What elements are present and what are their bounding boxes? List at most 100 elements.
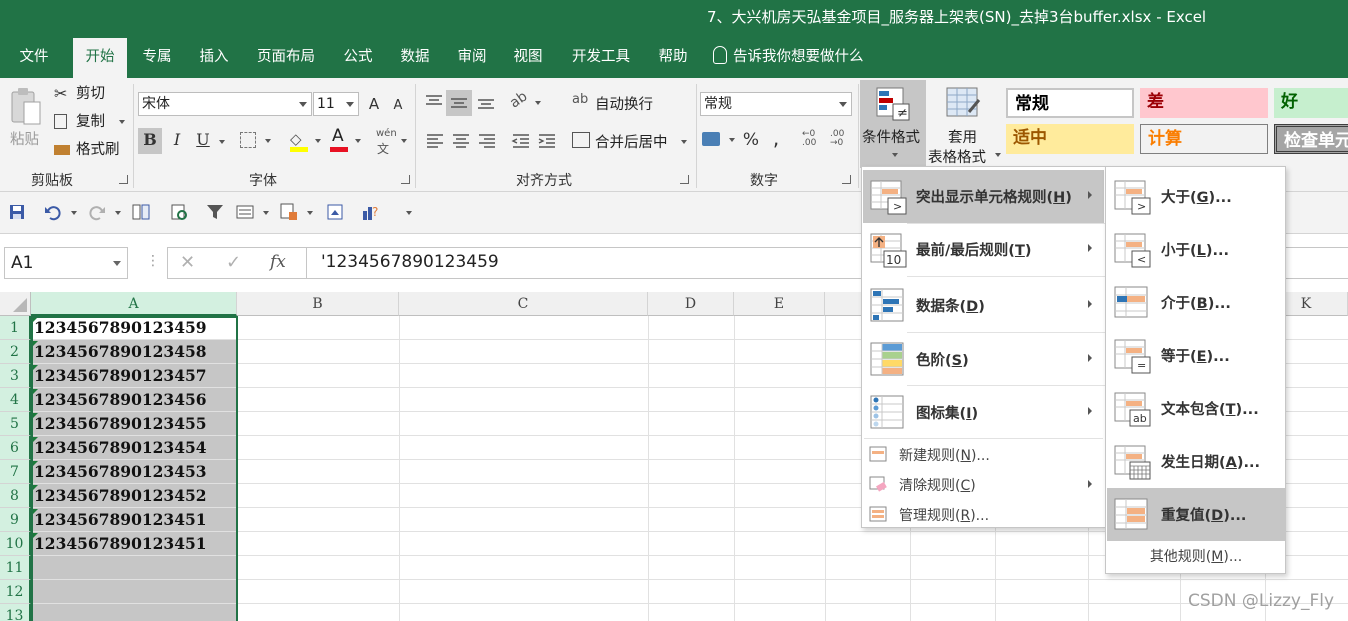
cell-a[interactable]: 1234567890123459	[31, 316, 237, 340]
row-header[interactable]: 12	[0, 580, 31, 604]
name-box[interactable]: A1	[4, 247, 128, 279]
font-name-select[interactable]: 宋体	[138, 92, 312, 116]
error-indicator-icon[interactable]	[32, 341, 38, 347]
submenu-duplicate-values[interactable]: 重复值(D)...	[1107, 488, 1285, 541]
confirm-entry-icon[interactable]: ✓	[226, 252, 241, 273]
form-icon[interactable]	[236, 203, 254, 221]
tab-insert[interactable]: 插入	[192, 38, 236, 78]
cell-a[interactable]: 1234567890123458	[31, 340, 237, 364]
tab-view[interactable]: 视图	[506, 38, 550, 78]
cell-style-good[interactable]: 好	[1274, 88, 1348, 118]
shrink-font-button[interactable]: A	[388, 94, 408, 118]
submenu-between[interactable]: 介于(B)...	[1107, 276, 1285, 329]
borders-button[interactable]	[240, 132, 274, 152]
cell-a[interactable]: 1234567890123457	[31, 364, 237, 388]
cell-a[interactable]: 1234567890123456	[31, 388, 237, 412]
menu-manage-rules[interactable]: 管理规则(R)...	[863, 499, 1104, 529]
menu-data-bars[interactable]: 数据条(D)	[863, 279, 1104, 332]
font-launcher-icon[interactable]	[401, 175, 410, 184]
row-header[interactable]: 9	[0, 508, 31, 532]
percent-button[interactable]: %	[740, 128, 762, 152]
tab-formulas[interactable]: 公式	[337, 38, 379, 78]
tab-home[interactable]: 开始	[73, 38, 127, 78]
error-indicator-icon[interactable]	[32, 533, 38, 539]
column-header-c[interactable]: C	[399, 292, 648, 316]
cell-style-bad[interactable]: 差	[1140, 88, 1268, 118]
wrap-text-button[interactable]: ab 自动换行	[572, 90, 668, 116]
clipboard-launcher-icon[interactable]	[119, 175, 128, 184]
redo-dropdown-icon[interactable]	[115, 211, 121, 215]
cut-button[interactable]: ✂ 剪切	[54, 82, 116, 106]
cell-a[interactable]: 1234567890123451	[31, 532, 237, 556]
help-chart-icon[interactable]: ?	[362, 203, 380, 221]
align-bottom-icon[interactable]	[474, 90, 498, 114]
align-left-icon[interactable]	[424, 130, 446, 152]
error-indicator-icon[interactable]	[32, 317, 38, 323]
cell-a[interactable]: 1234567890123455	[31, 412, 237, 436]
row-header[interactable]: 2	[0, 340, 31, 364]
form-dropdown-icon[interactable]	[263, 211, 269, 215]
comma-button[interactable]: ,	[768, 126, 784, 150]
cell-a[interactable]	[31, 580, 237, 604]
tab-exclusive[interactable]: 专属	[136, 38, 178, 78]
cell-a[interactable]	[31, 604, 237, 621]
customize-qat-icon[interactable]	[406, 211, 412, 215]
redo-icon[interactable]	[88, 203, 106, 221]
row-header[interactable]: 6	[0, 436, 31, 460]
row-header[interactable]: 11	[0, 556, 31, 580]
tab-data[interactable]: 数据	[393, 38, 437, 78]
submenu-less-than[interactable]: < 小于(L)...	[1107, 223, 1285, 276]
tell-me-search[interactable]: 告诉我你想要做什么	[713, 38, 864, 78]
cell-a[interactable]: 1234567890123452	[31, 484, 237, 508]
italic-button[interactable]: I	[166, 128, 188, 152]
bold-button[interactable]: B	[138, 128, 162, 154]
cell-style-calculation[interactable]: 计算	[1140, 124, 1268, 154]
table-split-icon[interactable]	[132, 203, 150, 221]
subtotal-dropdown-icon[interactable]	[307, 211, 313, 215]
cell-style-normal[interactable]: 常规	[1006, 88, 1134, 118]
tab-file[interactable]: 文件	[10, 38, 58, 78]
align-right-icon[interactable]	[476, 130, 498, 152]
align-top-icon[interactable]	[422, 90, 446, 114]
submenu-greater-than[interactable]: > 大于(G)...	[1107, 170, 1285, 223]
row-header[interactable]: 7	[0, 460, 31, 484]
screenshot-icon[interactable]	[326, 203, 344, 221]
row-header[interactable]: 4	[0, 388, 31, 412]
cell-a[interactable]: 1234567890123453	[31, 460, 237, 484]
error-indicator-icon[interactable]	[32, 365, 38, 371]
menu-new-rule[interactable]: 新建规则(N)...	[863, 439, 1104, 469]
filter-icon[interactable]	[206, 203, 224, 221]
merge-center-button[interactable]: 合并后居中	[572, 128, 690, 154]
orientation-button[interactable]: ab	[507, 88, 544, 114]
format-as-table-button[interactable]: 套用 表格格式	[926, 80, 1002, 168]
error-indicator-icon[interactable]	[32, 461, 38, 467]
conditional-formatting-button[interactable]: ≠ 条件格式	[860, 80, 926, 168]
tab-review[interactable]: 审阅	[450, 38, 494, 78]
phonetic-button[interactable]: wén 文	[374, 128, 410, 156]
tab-developer[interactable]: 开发工具	[563, 38, 639, 78]
number-launcher-icon[interactable]	[842, 175, 851, 184]
row-header[interactable]: 5	[0, 412, 31, 436]
decrease-decimal-icon[interactable]: .00 →0	[830, 130, 850, 152]
align-middle-icon[interactable]	[446, 90, 472, 116]
cancel-entry-icon[interactable]: ✕	[180, 252, 195, 273]
subtotal-icon[interactable]	[280, 203, 298, 221]
undo-dropdown-icon[interactable]	[71, 211, 77, 215]
menu-top-bottom-rules[interactable]: 10 最前/最后规则(T)	[863, 223, 1104, 276]
cell-style-neutral[interactable]: 适中	[1006, 124, 1134, 154]
error-indicator-icon[interactable]	[32, 413, 38, 419]
row-header[interactable]: 10	[0, 532, 31, 556]
copy-button[interactable]: 复制	[54, 110, 128, 136]
increase-indent-icon[interactable]	[536, 130, 558, 152]
insert-function-icon[interactable]: fx	[270, 252, 286, 272]
column-header-d[interactable]: D	[648, 292, 734, 316]
menu-icon-sets[interactable]: 图标集(I)	[863, 386, 1104, 439]
menu-highlight-cells-rules[interactable]: > 突出显示单元格规则(H)	[863, 170, 1104, 223]
menu-color-scales[interactable]: 色阶(S)	[863, 333, 1104, 386]
increase-decimal-icon[interactable]: ←0.00	[802, 130, 822, 152]
paste-button[interactable]: 粘贴	[6, 84, 46, 164]
submenu-equal-to[interactable]: = 等于(E)...	[1107, 329, 1285, 382]
cell-a[interactable]	[31, 556, 237, 580]
align-center-icon[interactable]	[450, 130, 472, 152]
cell-a[interactable]: 1234567890123451	[31, 508, 237, 532]
